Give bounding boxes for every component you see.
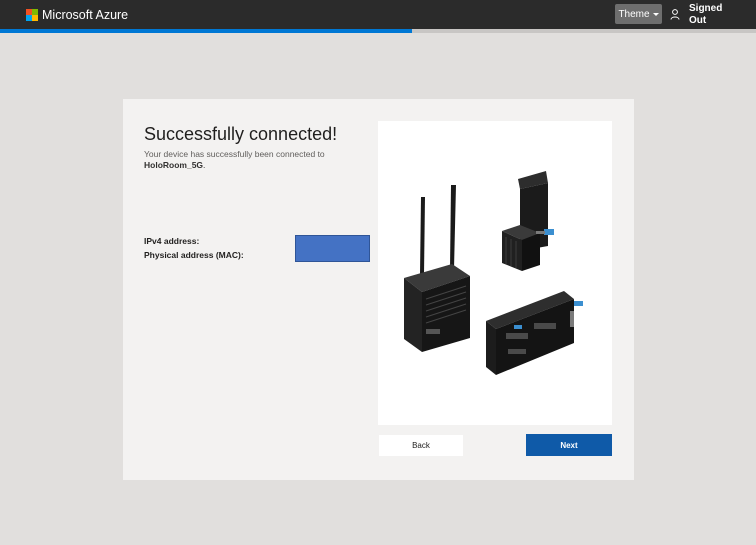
- signed-out-label[interactable]: Signed Out: [689, 3, 729, 26]
- page-title: Successfully connected!: [144, 124, 338, 144]
- network-suffix: .: [203, 160, 206, 170]
- setup-card: Successfully connected! Your device has …: [123, 99, 634, 480]
- theme-button[interactable]: Theme: [615, 4, 662, 24]
- device-image-panel: [378, 121, 612, 425]
- connection-message: Your device has successfully been connec…: [144, 149, 325, 159]
- logo-square-yellow: [32, 15, 38, 21]
- next-button[interactable]: Next: [526, 434, 612, 456]
- progress-fill: [0, 29, 413, 33]
- ipv4-label: IPv4 address:: [144, 236, 200, 246]
- network-name: HoloRoom_5G: [144, 160, 204, 170]
- theme-label: Theme: [618, 8, 650, 20]
- logo-square-red: [26, 9, 32, 15]
- progress-bar: [0, 29, 756, 33]
- logo-square-green: [32, 9, 38, 15]
- device-hardware-image: [404, 171, 583, 375]
- mac-label: Physical address (MAC):: [144, 250, 244, 260]
- top-bar: Microsoft Azure Theme Signed Out: [0, 0, 756, 29]
- logo-square-blue: [26, 15, 32, 21]
- chevron-down-icon: [652, 13, 659, 16]
- brand-name: Microsoft Azure: [42, 8, 129, 22]
- network-line: HoloRoom_5G.: [144, 160, 205, 171]
- back-button[interactable]: Back: [379, 435, 463, 456]
- microsoft-logo-icon: [26, 9, 38, 21]
- redacted-values-box: [295, 235, 370, 262]
- brand: Microsoft Azure: [26, 8, 128, 22]
- person-icon[interactable]: [670, 9, 680, 20]
